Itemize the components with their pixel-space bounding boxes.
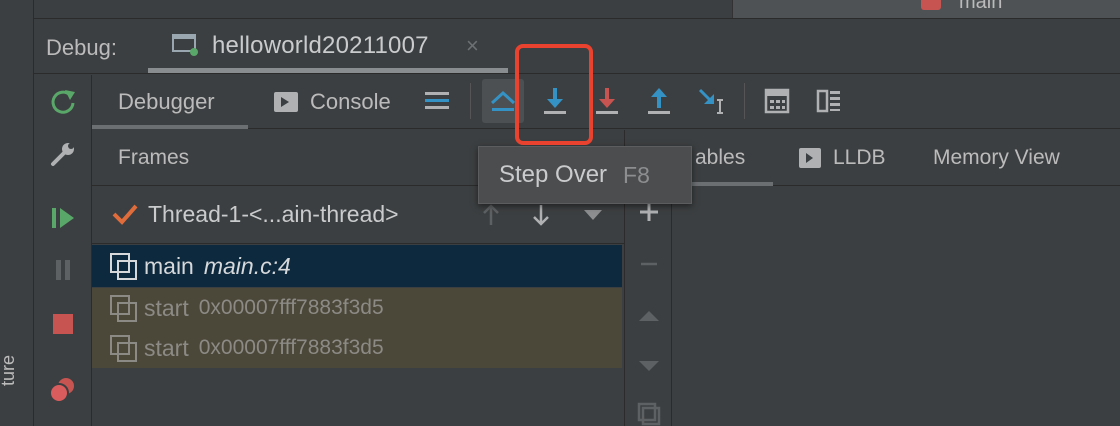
variables-tabs: ables LLDB Memory View <box>624 130 1120 186</box>
toolbar-separator <box>744 83 745 119</box>
frame-function: start <box>144 334 189 361</box>
frames-list: main main.c:4 start 0x00007fff7883f3d5 s… <box>92 245 622 426</box>
frames-title: Frames <box>118 146 190 169</box>
tab-debugger[interactable]: Debugger <box>92 75 248 129</box>
frame-icon <box>110 253 137 280</box>
duplicate-watch-icon[interactable] <box>635 400 663 426</box>
console-icon <box>799 148 821 168</box>
thread-name: Thread-1-<...ain-thread> <box>148 201 399 227</box>
frame-address: 0x00007fff7883f3d5 <box>198 296 384 319</box>
frame-icon <box>110 335 137 362</box>
editor-tab-main[interactable]: main <box>732 0 1120 18</box>
close-icon[interactable]: × <box>466 33 479 59</box>
threads-menu-icon[interactable] <box>416 79 458 123</box>
console-icon <box>274 92 298 112</box>
debug-left-toolbar <box>34 75 92 426</box>
debug-session-tab[interactable]: helloworld20211007 × <box>148 19 508 73</box>
tab-memory-view-label: Memory View <box>933 146 1060 169</box>
tab-lldb[interactable]: LLDB <box>799 130 886 186</box>
tab-debugger-label: Debugger <box>118 89 215 114</box>
tab-memory-view[interactable]: Memory View <box>933 130 1060 186</box>
debug-label: Debug: <box>46 35 117 60</box>
step-out-icon[interactable] <box>638 79 680 123</box>
tooltip-shortcut: F8 <box>623 161 650 188</box>
pause-program-icon[interactable] <box>46 253 80 287</box>
view-breakpoints-icon[interactable] <box>46 373 80 407</box>
run-to-cursor-icon[interactable] <box>690 79 732 123</box>
chevron-down-icon[interactable] <box>580 202 606 228</box>
frame-function: start <box>144 294 189 321</box>
tab-console-label: Console <box>310 89 391 114</box>
evaluate-expression-icon[interactable] <box>756 79 798 123</box>
tab-variables-label: ables <box>695 146 746 169</box>
frame-icon <box>110 295 137 322</box>
session-tab-underline <box>148 68 508 73</box>
toolbar-separator <box>470 83 471 119</box>
frame-address: 0x00007fff7883f3d5 <box>198 336 384 359</box>
remove-watch-icon[interactable] <box>635 250 663 278</box>
session-name: helloworld20211007 <box>212 32 429 59</box>
frame-row[interactable]: start 0x00007fff7883f3d5 <box>92 328 622 368</box>
frame-function: main <box>144 252 194 279</box>
rerun-icon[interactable] <box>46 85 80 119</box>
frame-location: main.c:4 <box>203 252 291 279</box>
step-over-tooltip: Step Over F8 <box>478 146 692 204</box>
checkmark-icon <box>112 202 138 231</box>
session-window-icon <box>172 33 198 56</box>
trace-icon[interactable] <box>808 79 850 123</box>
move-up-icon[interactable] <box>635 302 663 330</box>
frame-row[interactable]: start 0x00007fff7883f3d5 <box>92 288 622 328</box>
resume-program-icon[interactable] <box>46 201 80 235</box>
move-down-icon[interactable] <box>635 352 663 380</box>
tooltip-text: Step Over <box>499 161 608 188</box>
stop-icon[interactable] <box>46 307 80 341</box>
variables-side-toolbar <box>624 186 672 426</box>
settings-wrench-icon[interactable] <box>46 137 80 171</box>
file-icon <box>921 0 941 10</box>
tab-console[interactable]: Console <box>274 75 391 129</box>
frame-row[interactable]: main main.c:4 <box>92 245 622 287</box>
arrow-down-icon[interactable] <box>528 202 554 228</box>
editor-tab-label: main <box>959 0 1003 13</box>
tab-lldb-label: LLDB <box>833 146 886 169</box>
structure-side-tab[interactable]: ture <box>0 355 19 386</box>
debugger-tabs-row: Debugger Console <box>92 75 1120 129</box>
step-over-highlight <box>515 44 593 145</box>
arrow-up-icon[interactable] <box>478 202 504 228</box>
variables-panel <box>672 186 1120 426</box>
